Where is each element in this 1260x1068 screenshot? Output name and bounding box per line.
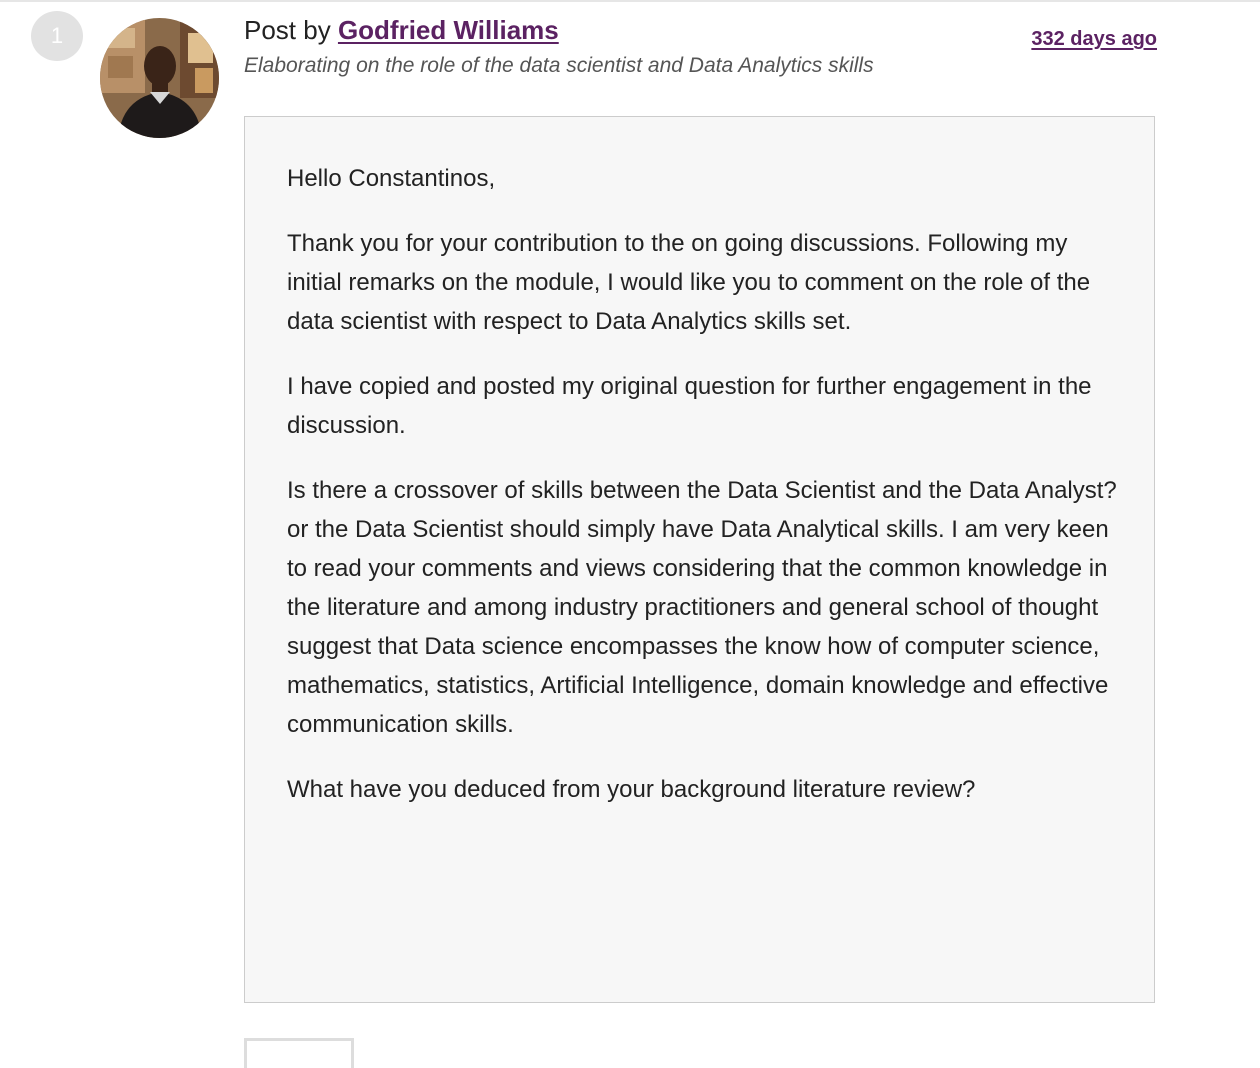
post-by-prefix: Post by	[244, 15, 338, 45]
author-link[interactable]: Godfried Williams	[338, 15, 559, 45]
post-header: Post by Godfried Williams Elaborating on…	[244, 14, 1004, 80]
message-paragraph: Hello Constantinos,	[287, 165, 496, 192]
message-body: Hello Constantinos, Thank you for your c…	[287, 159, 1122, 835]
avatar-photo-icon	[100, 18, 219, 138]
message-box: Hello Constantinos, Thank you for your c…	[244, 116, 1155, 1003]
top-divider	[0, 0, 1260, 2]
message-paragraph: Thank you for your contribution to the o…	[287, 230, 1091, 335]
post-byline: Post by Godfried Williams	[244, 14, 1004, 46]
post-time-link[interactable]: 332 days ago	[1031, 28, 1157, 51]
author-avatar[interactable]	[100, 18, 219, 138]
message-paragraph: I have copied and posted my original que…	[287, 373, 1092, 439]
message-paragraph: Is there a crossover of skills between t…	[287, 477, 1117, 738]
message-paragraph: What have you deduced from your backgrou…	[287, 776, 976, 803]
post-number-badge: 1	[31, 11, 83, 61]
reply-button[interactable]	[244, 1038, 354, 1068]
post-subject: Elaborating on the role of the data scie…	[244, 54, 874, 77]
